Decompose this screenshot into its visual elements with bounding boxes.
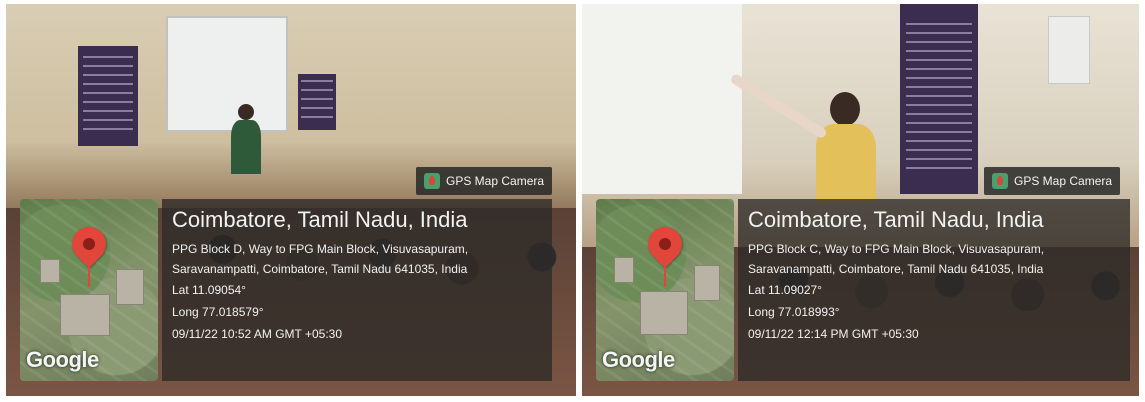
gps-map-camera-icon <box>424 173 440 189</box>
gps-camera-badge: GPS Map Camera <box>416 167 553 195</box>
map-thumbnail: Google <box>20 199 158 381</box>
photo-collage: GPS Map Camera Google Coimbatore, Tamil … <box>0 0 1145 402</box>
google-logo: Google <box>26 347 99 372</box>
projection-screen <box>582 4 742 194</box>
address-line-1: PPG Block D, Way to FPG Main Block, Visu… <box>172 242 469 256</box>
location-info-panel: Coimbatore, Tamil Nadu, India PPG Block … <box>162 199 552 381</box>
badge-label: GPS Map Camera <box>446 174 545 188</box>
timestamp: 09/11/22 10:52 AM GMT +05:30 <box>172 327 343 341</box>
electrical-box <box>1048 16 1090 84</box>
notice-board <box>900 4 978 194</box>
presenter <box>231 104 261 174</box>
google-logo: Google <box>602 347 675 372</box>
longitude: Long 77.018579° <box>172 305 264 319</box>
badge-label: GPS Map Camera <box>1014 174 1113 188</box>
notice-board <box>298 74 336 130</box>
address-line-2: Saravanampatti, Coimbatore, Tamil Nadu 6… <box>748 262 1044 276</box>
gps-map-camera-icon <box>992 173 1008 189</box>
presenter <box>812 92 882 202</box>
timestamp: 09/11/22 12:14 PM GMT +05:30 <box>748 327 919 341</box>
address-line-2: Saravanampatti, Coimbatore, Tamil Nadu 6… <box>172 262 468 276</box>
photo-right: GPS Map Camera Google Coimbatore, Tamil … <box>582 4 1139 396</box>
map-thumbnail: Google <box>596 199 734 381</box>
city-title: Coimbatore, Tamil Nadu, India <box>172 207 468 232</box>
address-line-1: PPG Block C, Way to FPG Main Block, Visu… <box>748 242 1045 256</box>
projection-screen <box>166 16 288 132</box>
latitude: Lat 11.09054° <box>172 283 246 297</box>
location-info-panel: Coimbatore, Tamil Nadu, India PPG Block … <box>738 199 1130 381</box>
photo-left: GPS Map Camera Google Coimbatore, Tamil … <box>6 4 576 396</box>
city-title: Coimbatore, Tamil Nadu, India <box>748 207 1044 232</box>
notice-board <box>78 46 138 146</box>
latitude: Lat 11.09027° <box>748 283 822 297</box>
longitude: Long 77.018993° <box>748 305 840 319</box>
gps-camera-badge: GPS Map Camera <box>984 167 1121 195</box>
